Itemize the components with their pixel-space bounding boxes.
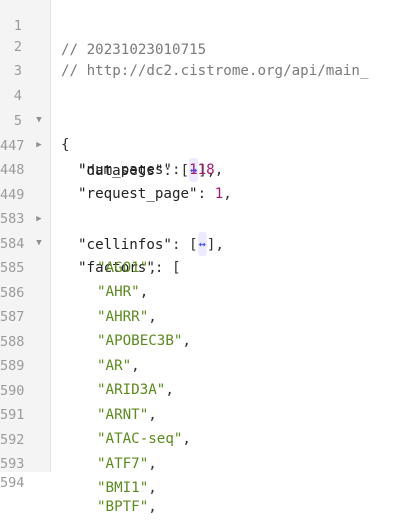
code-line: 449 ▶ "cellinfos": [↔],: [0, 158, 400, 256]
factor-string: "BMI1": [97, 480, 149, 496]
code-line: 448 "request_page": 1,: [0, 133, 400, 203]
list-item: 587 "APOBEC3B",: [0, 280, 400, 350]
list-item: 594 "BPTF",: [0, 446, 400, 516]
list-item: 591 "ATAC-seq",: [0, 378, 400, 448]
list-item: 586 "AHRR",: [0, 256, 400, 326]
list-item: 589 "ARID3A",: [0, 329, 400, 399]
code-line: 4 ▼ {: [0, 59, 400, 153]
line-number: 594: [0, 474, 25, 491]
code-line: 5 ▶ "datasets": [↔],: [0, 84, 400, 182]
list-item: 590 "ARNT",: [0, 354, 400, 424]
code-line: 2 // http://dc2.cistrome.org/api/main_: [0, 10, 400, 80]
list-item: 592 "ATF7",: [0, 403, 400, 473]
list-item: 588 "AR",: [0, 305, 400, 375]
code-line: 447 "num_pages": 118,: [0, 109, 400, 179]
list-item: 585 "AHR",: [0, 231, 400, 301]
factor-string: "BPTF": [97, 499, 149, 515]
code-line: 583 ▼ "factors": [: [0, 182, 400, 276]
code-line: 3: [0, 34, 400, 79]
list-item: 584 "AGO1",: [0, 207, 400, 277]
